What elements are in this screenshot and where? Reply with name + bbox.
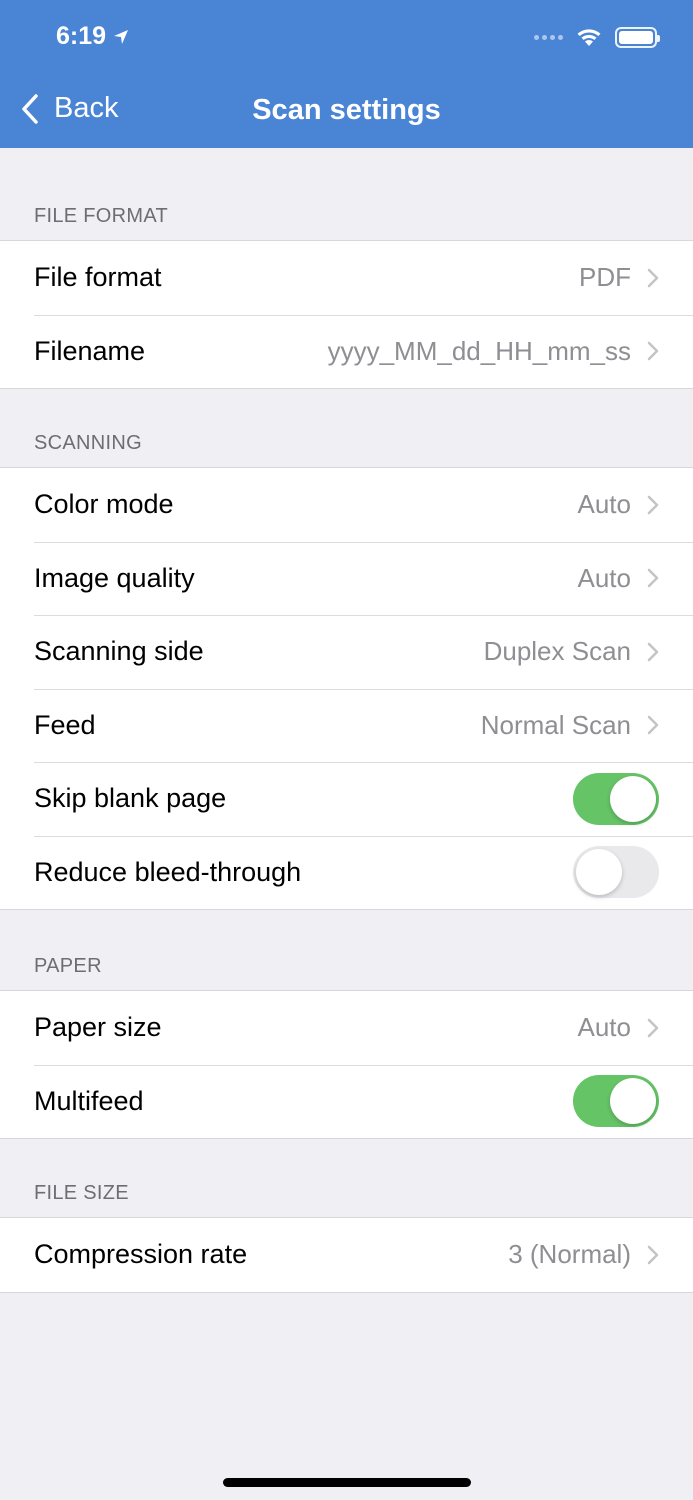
navigation-bar: 6:19 Back Scan settings bbox=[0, 0, 693, 148]
chevron-right-icon bbox=[647, 1245, 659, 1264]
row-label: Paper size bbox=[34, 1012, 162, 1043]
row-file-format[interactable]: File format PDF bbox=[0, 241, 693, 315]
row-paper-size[interactable]: Paper size Auto bbox=[0, 991, 693, 1065]
row-value: Auto bbox=[577, 562, 632, 593]
row-label: Scanning side bbox=[34, 636, 204, 667]
row-label: Skip blank page bbox=[34, 783, 227, 814]
section-header-file-format: FILE FORMAT bbox=[34, 205, 169, 227]
chevron-right-icon bbox=[647, 495, 659, 514]
section-header-file-size: FILE SIZE bbox=[34, 1182, 129, 1204]
cellular-signal-icon bbox=[534, 34, 563, 40]
row-label: Reduce bleed-through bbox=[34, 856, 302, 887]
chevron-right-icon bbox=[647, 716, 659, 735]
row-value: Auto bbox=[577, 489, 632, 520]
multifeed-toggle[interactable] bbox=[573, 1075, 659, 1128]
row-value: yyyy_MM_dd_HH_mm_ss bbox=[327, 335, 631, 366]
group-scanning: Color mode Auto Image quality Auto Scann… bbox=[0, 467, 693, 910]
row-image-quality[interactable]: Image quality Auto bbox=[0, 541, 693, 616]
row-feed[interactable]: Feed Normal Scan bbox=[0, 688, 693, 763]
row-label: Feed bbox=[34, 709, 96, 740]
status-indicators bbox=[534, 26, 660, 48]
status-time: 6:19 bbox=[56, 22, 130, 51]
group-paper: Paper size Auto Multifeed bbox=[0, 990, 693, 1139]
row-label: Image quality bbox=[34, 562, 195, 593]
home-indicator bbox=[223, 1478, 471, 1487]
section-header-scanning: SCANNING bbox=[34, 432, 142, 454]
row-label: File format bbox=[34, 262, 162, 293]
row-value: Normal Scan bbox=[480, 709, 631, 740]
row-reduce-bleed-through: Reduce bleed-through bbox=[0, 835, 693, 910]
page-title: Scan settings bbox=[252, 94, 441, 126]
chevron-right-icon bbox=[647, 1018, 659, 1037]
reduce-bleed-through-toggle[interactable] bbox=[573, 846, 659, 899]
row-skip-blank-page: Skip blank page bbox=[0, 762, 693, 836]
row-filename[interactable]: Filename yyyy_MM_dd_HH_mm_ss bbox=[0, 314, 693, 389]
row-label: Multifeed bbox=[34, 1085, 144, 1116]
row-value: Duplex Scan bbox=[483, 636, 631, 667]
section-header-paper: PAPER bbox=[34, 955, 102, 977]
row-multifeed: Multifeed bbox=[0, 1064, 693, 1139]
wifi-icon bbox=[577, 29, 601, 46]
row-color-mode[interactable]: Color mode Auto bbox=[0, 468, 693, 542]
chevron-right-icon bbox=[647, 569, 659, 588]
chevron-right-icon bbox=[647, 642, 659, 661]
group-file-format: File format PDF Filename yyyy_MM_dd_HH_m… bbox=[0, 240, 693, 389]
row-scanning-side[interactable]: Scanning side Duplex Scan bbox=[0, 615, 693, 689]
row-value: 3 (Normal) bbox=[508, 1239, 631, 1270]
group-file-size: Compression rate 3 (Normal) bbox=[0, 1217, 693, 1293]
row-value: PDF bbox=[579, 262, 631, 293]
row-value: Auto bbox=[577, 1012, 632, 1043]
skip-blank-page-toggle[interactable] bbox=[573, 772, 659, 825]
row-label: Color mode bbox=[34, 489, 174, 520]
battery-icon bbox=[615, 26, 660, 48]
row-label: Filename bbox=[34, 335, 146, 366]
row-label: Compression rate bbox=[34, 1239, 248, 1270]
chevron-right-icon bbox=[647, 268, 659, 287]
chevron-right-icon bbox=[647, 342, 659, 361]
location-arrow-icon bbox=[114, 29, 129, 44]
row-compression-rate[interactable]: Compression rate 3 (Normal) bbox=[0, 1218, 693, 1292]
status-time-label: 6:19 bbox=[56, 22, 107, 50]
